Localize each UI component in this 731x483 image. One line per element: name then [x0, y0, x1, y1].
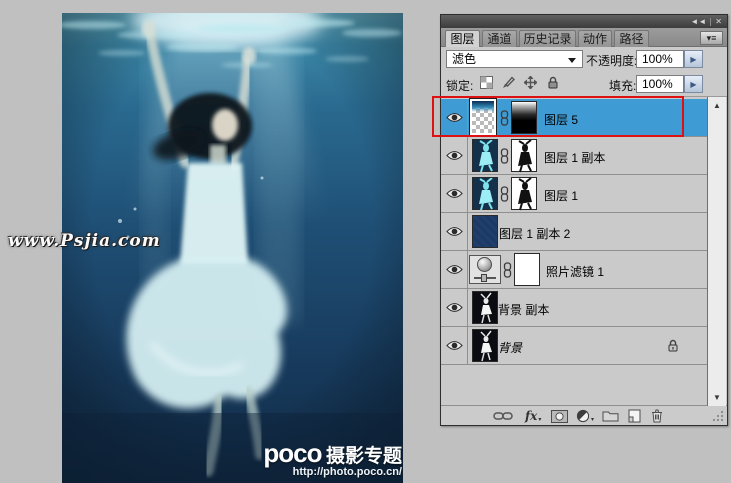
lock-position-move-icon[interactable] — [523, 75, 538, 90]
layers-list: 图层 5 图层 1 副本 图层 1 图层 1 副本 2 照片滤镜 1 背景 副本… — [441, 97, 727, 406]
mask-link-icon[interactable] — [500, 110, 509, 131]
adjustment-layer-icon[interactable] — [469, 255, 501, 284]
photo-credit: poco 摄影专题 http://photo.poco.cn/ — [240, 440, 402, 478]
lock-transparency-icon[interactable] — [479, 75, 494, 90]
close-panel-icon[interactable]: ✕ — [715, 17, 722, 26]
lock-label: 锁定: — [446, 79, 474, 93]
layer-name: 图层 1 — [544, 189, 579, 203]
visibility-eye-icon[interactable] — [441, 327, 468, 364]
panel-resize-grip[interactable] — [712, 409, 724, 427]
layer-style-fx-icon[interactable]: fx ▾ — [525, 409, 541, 423]
workspace: www.Psjia.com poco 摄影专题 http://photo.poc… — [0, 0, 731, 483]
layers-panel-toolbar: fx ▾ ▾ — [441, 406, 727, 425]
layer-mask-thumbnail[interactable] — [514, 253, 540, 286]
visibility-eye-icon[interactable] — [441, 137, 468, 174]
slider-handle — [481, 274, 487, 282]
fill-label: 填充: — [609, 79, 637, 93]
layer-thumbnail[interactable] — [472, 139, 498, 173]
fill-input[interactable]: 100% — [636, 75, 684, 93]
lock-all-icon[interactable] — [545, 75, 560, 90]
layer-row-background[interactable]: 背景 — [441, 327, 708, 365]
visibility-eye-icon[interactable] — [441, 289, 468, 326]
layer-mask-thumbnail[interactable] — [511, 177, 537, 211]
chevron-down-icon — [568, 58, 576, 63]
layer-name: 图层 1 副本 2 — [499, 227, 571, 241]
layer-row-background-copy[interactable]: 背景 副本 — [441, 289, 708, 327]
poco-logo: poco — [263, 438, 322, 468]
mask-link-icon[interactable] — [500, 186, 509, 207]
tab-actions[interactable]: 动作 — [578, 30, 612, 47]
visibility-eye-icon[interactable] — [441, 213, 468, 250]
blend-mode-row: 滤色 不透明度: 100% ▶ — [441, 47, 727, 71]
blend-mode-value: 滤色 — [452, 52, 477, 66]
lock-row: 锁定: 填充: 100% ▶ — [441, 71, 727, 97]
thumbnail-blue-gradient — [472, 101, 494, 112]
watermark-text: www.Psjia.com — [8, 231, 161, 251]
layer-name: 背景 — [498, 341, 523, 355]
layer-thumbnail[interactable] — [472, 329, 498, 362]
layer-row-layer1-copy[interactable]: 图层 1 副本 — [441, 137, 708, 175]
blend-mode-select[interactable]: 滤色 — [446, 50, 583, 68]
layer-row-layer5[interactable]: 图层 5 — [441, 98, 708, 137]
layer-mask-thumbnail[interactable] — [511, 139, 537, 173]
layer-row-layer1-copy2[interactable]: 图层 1 副本 2 — [441, 213, 708, 251]
collapse-panel-icon[interactable]: ◄◄ — [690, 17, 706, 26]
panel-menu-icon[interactable]: ▾≡ — [700, 31, 723, 45]
mask-link-icon[interactable] — [500, 148, 509, 169]
visibility-eye-icon[interactable] — [441, 175, 468, 212]
titlebar-divider — [710, 17, 712, 26]
new-adjustment-layer-icon[interactable]: ▾ — [576, 409, 594, 423]
link-layers-icon[interactable] — [493, 409, 513, 423]
layers-scrollbar[interactable]: ▲ ▼ — [707, 97, 726, 406]
opacity-input[interactable]: 100% — [636, 50, 684, 68]
layer-name: 图层 1 副本 — [544, 151, 606, 165]
layer-row-layer1[interactable]: 图层 1 — [441, 175, 708, 213]
layers-panel: ◄◄ ✕ 图层 通道 历史记录 动作 路径 ▾≡ 滤色 不透明度: 100% ▶… — [440, 14, 728, 426]
layer-name: 背景 副本 — [498, 303, 550, 317]
tab-paths[interactable]: 路径 — [614, 30, 649, 47]
tab-channels[interactable]: 通道 — [482, 30, 517, 47]
visibility-eye-icon[interactable] — [441, 251, 468, 288]
delete-layer-trash-icon[interactable] — [651, 409, 663, 423]
poco-logo-suffix: 摄影专题 — [325, 446, 402, 467]
panel-titlebar: ◄◄ ✕ — [441, 15, 727, 28]
layer-thumbnail[interactable] — [469, 98, 497, 136]
visibility-eye-icon[interactable] — [441, 99, 468, 136]
layer-mask-thumbnail[interactable] — [511, 101, 537, 134]
tab-history[interactable]: 历史记录 — [519, 30, 576, 47]
tab-layers[interactable]: 图层 — [445, 30, 480, 47]
layer-thumbnail[interactable] — [472, 291, 498, 324]
scroll-down-icon[interactable]: ▼ — [708, 390, 726, 405]
new-layer-icon[interactable] — [627, 409, 641, 423]
layer-lock-icon — [667, 339, 679, 357]
layer-row-photo-filter[interactable]: 照片滤镜 1 — [441, 251, 708, 289]
scroll-up-icon[interactable]: ▲ — [708, 98, 726, 113]
fill-spinner-icon[interactable]: ▶ — [684, 75, 703, 93]
layer-thumbnail[interactable] — [472, 177, 498, 211]
layer-thumbnail[interactable] — [472, 215, 498, 248]
add-layer-mask-icon[interactable] — [551, 409, 568, 423]
lock-pixels-brush-icon[interactable] — [501, 75, 516, 90]
photo-credit-url: http://photo.poco.cn/ — [292, 466, 402, 478]
opacity-spinner-icon[interactable]: ▶ — [684, 50, 703, 68]
panel-tab-bar: 图层 通道 历史记录 动作 路径 ▾≡ — [441, 28, 727, 47]
mask-link-icon[interactable] — [503, 262, 512, 283]
photo-filter-lens-icon — [477, 257, 492, 272]
layer-name: 照片滤镜 1 — [546, 265, 605, 279]
new-group-folder-icon[interactable] — [602, 409, 619, 423]
layer-name: 图层 5 — [544, 113, 579, 127]
opacity-label: 不透明度: — [586, 54, 638, 68]
